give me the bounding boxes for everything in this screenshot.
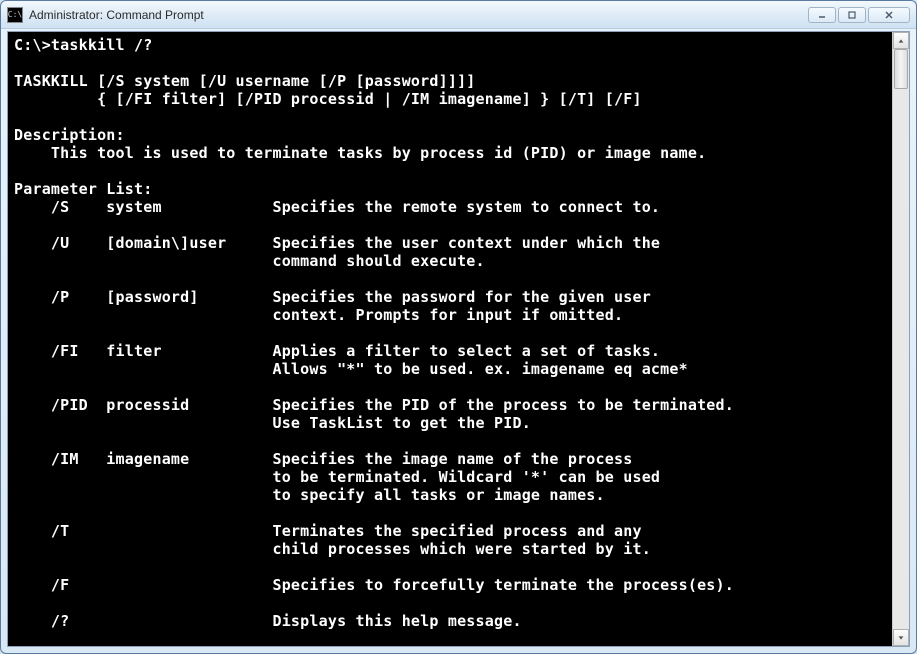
scroll-up-button[interactable]	[893, 32, 909, 49]
terminal-output[interactable]: C:\>taskkill /? TASKKILL [/S system [/U …	[8, 32, 892, 646]
scroll-thumb[interactable]	[894, 49, 908, 89]
maximize-button[interactable]	[838, 7, 866, 23]
vertical-scrollbar[interactable]	[892, 32, 909, 646]
close-button[interactable]	[868, 7, 910, 23]
client-area: C:\>taskkill /? TASKKILL [/S system [/U …	[7, 31, 910, 647]
titlebar[interactable]: C:\ Administrator: Command Prompt	[1, 1, 916, 29]
cmd-icon: C:\	[7, 7, 23, 23]
scroll-down-button[interactable]	[893, 629, 909, 646]
window-controls	[808, 7, 910, 23]
scroll-track[interactable]	[893, 49, 909, 629]
minimize-button[interactable]	[808, 7, 836, 23]
cmd-window: C:\ Administrator: Command Prompt C:\>ta…	[0, 0, 917, 654]
window-title: Administrator: Command Prompt	[29, 8, 808, 22]
